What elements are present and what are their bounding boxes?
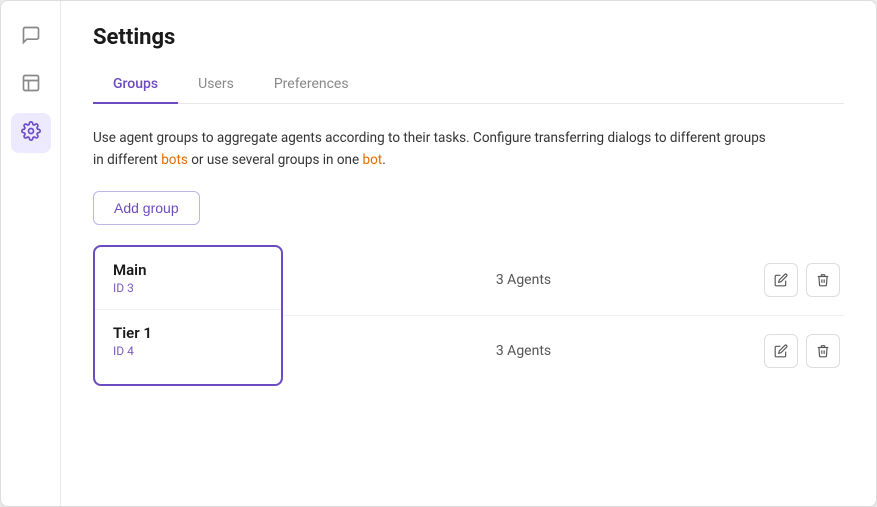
- chart-icon: [21, 73, 41, 98]
- description-text: Use agent groups to aggregate agents acc…: [93, 128, 773, 171]
- edit-button-tier1[interactable]: [764, 334, 798, 368]
- delete-button-main[interactable]: [806, 263, 840, 297]
- table-row: 3 Agents: [283, 316, 844, 386]
- page-header: Settings Groups Users Preferences: [61, 1, 876, 104]
- delete-icon: [816, 344, 830, 358]
- group-name-main: Main: [113, 261, 263, 279]
- group-item-main[interactable]: Main ID 3: [95, 247, 281, 310]
- sidebar-item-settings[interactable]: [11, 113, 51, 153]
- app-window: Settings Groups Users Preferences Use ag…: [0, 0, 877, 507]
- edit-button-main[interactable]: [764, 263, 798, 297]
- group-id-main: ID 3: [113, 281, 263, 295]
- groups-layout: Main ID 3 Tier 1 ID 4 3 Agents: [93, 245, 844, 386]
- sidebar: [1, 1, 61, 506]
- chat-icon: [21, 25, 41, 50]
- agents-count-tier1: 3 Agents: [283, 343, 764, 359]
- edit-icon: [774, 273, 788, 287]
- page-title: Settings: [93, 25, 844, 50]
- bots-link[interactable]: bots: [161, 152, 188, 168]
- tab-users[interactable]: Users: [178, 66, 254, 104]
- agents-count-main: 3 Agents: [283, 272, 764, 288]
- sidebar-item-analytics[interactable]: [11, 65, 51, 105]
- group-item-tier1[interactable]: Tier 1 ID 4: [95, 310, 281, 372]
- table-row: 3 Agents: [283, 245, 844, 316]
- tab-content: Use agent groups to aggregate agents acc…: [61, 104, 876, 506]
- settings-icon: [21, 121, 41, 146]
- sidebar-item-chat[interactable]: [11, 17, 51, 57]
- rows-right: 3 Agents 3: [283, 245, 844, 386]
- groups-container: Main ID 3 Tier 1 ID 4 3 Agents: [93, 245, 844, 386]
- group-info-box: Main ID 3 Tier 1 ID 4: [93, 245, 283, 386]
- edit-icon: [774, 344, 788, 358]
- tabs-bar: Groups Users Preferences: [93, 66, 844, 104]
- bot-link[interactable]: bot: [363, 152, 383, 168]
- delete-button-tier1[interactable]: [806, 334, 840, 368]
- add-group-button[interactable]: Add group: [93, 191, 200, 225]
- group-name-tier1: Tier 1: [113, 324, 263, 342]
- tab-preferences[interactable]: Preferences: [254, 66, 369, 104]
- row-actions-main: [764, 263, 840, 297]
- main-content: Settings Groups Users Preferences Use ag…: [61, 1, 876, 506]
- row-actions-tier1: [764, 334, 840, 368]
- delete-icon: [816, 273, 830, 287]
- group-id-tier1: ID 4: [113, 344, 263, 358]
- tab-groups[interactable]: Groups: [93, 66, 178, 104]
